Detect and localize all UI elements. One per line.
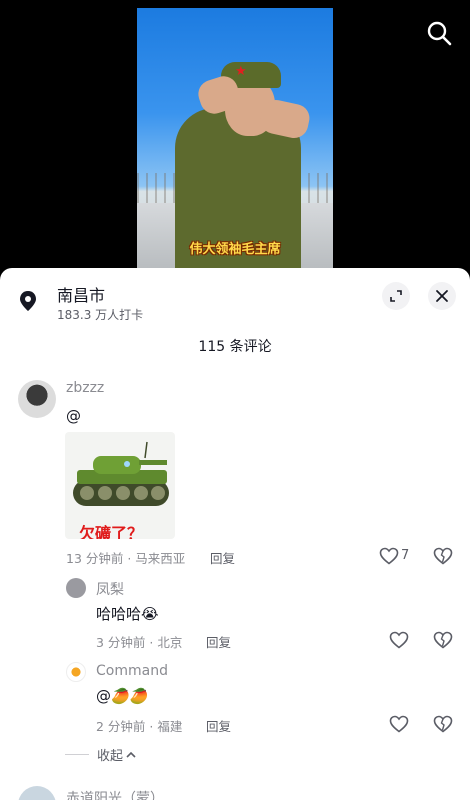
close-button[interactable]	[428, 282, 456, 310]
expand-button[interactable]	[382, 282, 410, 310]
location-pin-icon	[20, 291, 36, 311]
broken-heart-icon[interactable]	[433, 547, 453, 565]
broken-heart-icon[interactable]	[433, 631, 453, 649]
comment-sheet: 南昌市 183.3 万人打卡 115 条评论 zbzzz @ 欠礦了？ 13 分…	[0, 268, 470, 800]
chevron-up-icon	[126, 751, 136, 758]
comment-count: 115 条评论	[198, 339, 272, 355]
video-area[interactable]: ★ 伟大领袖毛主席	[0, 0, 470, 275]
collapse-replies-button[interactable]: 收起	[65, 745, 136, 764]
reply-button[interactable]: 回复	[210, 548, 235, 567]
video-frame[interactable]: ★ 伟大领袖毛主席	[137, 8, 333, 270]
sticker-caption: 欠礦了？	[79, 524, 144, 539]
comment-username[interactable]: 赤道阳光（蒙）	[66, 788, 164, 800]
tank-sticker[interactable]: 欠礦了？	[65, 432, 175, 539]
comment-username[interactable]: zbzzz	[66, 380, 104, 396]
heart-icon[interactable]	[389, 631, 409, 649]
close-icon	[436, 290, 448, 302]
search-icon	[427, 21, 452, 46]
reply-meta: 2 分钟前 · 福建	[96, 719, 183, 734]
avatar[interactable]	[66, 662, 86, 682]
location-checkins: 183.3 万人打卡	[57, 308, 144, 322]
heart-icon[interactable]	[379, 547, 399, 565]
location-name: 南昌市	[57, 286, 106, 305]
reply-text: 哈哈哈😭	[96, 605, 159, 623]
reply-meta: 3 分钟前 · 北京	[96, 635, 183, 650]
comment-meta: 13 分钟前 · 马来西亚	[66, 551, 186, 566]
video-subtitle: 伟大领袖毛主席	[189, 242, 281, 257]
heart-icon[interactable]	[389, 715, 409, 733]
like-count: 7	[401, 548, 410, 563]
reply-text: @🥭🥭	[96, 687, 149, 705]
reply-button[interactable]: 回复	[206, 632, 231, 651]
comment-text: @	[66, 407, 81, 425]
reply-username[interactable]: Command	[96, 663, 168, 679]
tank-icon	[73, 441, 169, 506]
collapse-label: 收起	[97, 749, 124, 764]
reply-username[interactable]: 凤梨	[96, 579, 124, 599]
reply-button[interactable]: 回复	[206, 716, 231, 735]
search-button[interactable]	[424, 18, 454, 48]
avatar[interactable]	[18, 786, 56, 800]
avatar[interactable]	[18, 380, 56, 418]
broken-heart-icon[interactable]	[433, 715, 453, 733]
expand-icon	[390, 290, 402, 302]
avatar[interactable]	[66, 578, 86, 598]
divider	[65, 754, 89, 755]
star-icon: ★	[235, 64, 247, 79]
